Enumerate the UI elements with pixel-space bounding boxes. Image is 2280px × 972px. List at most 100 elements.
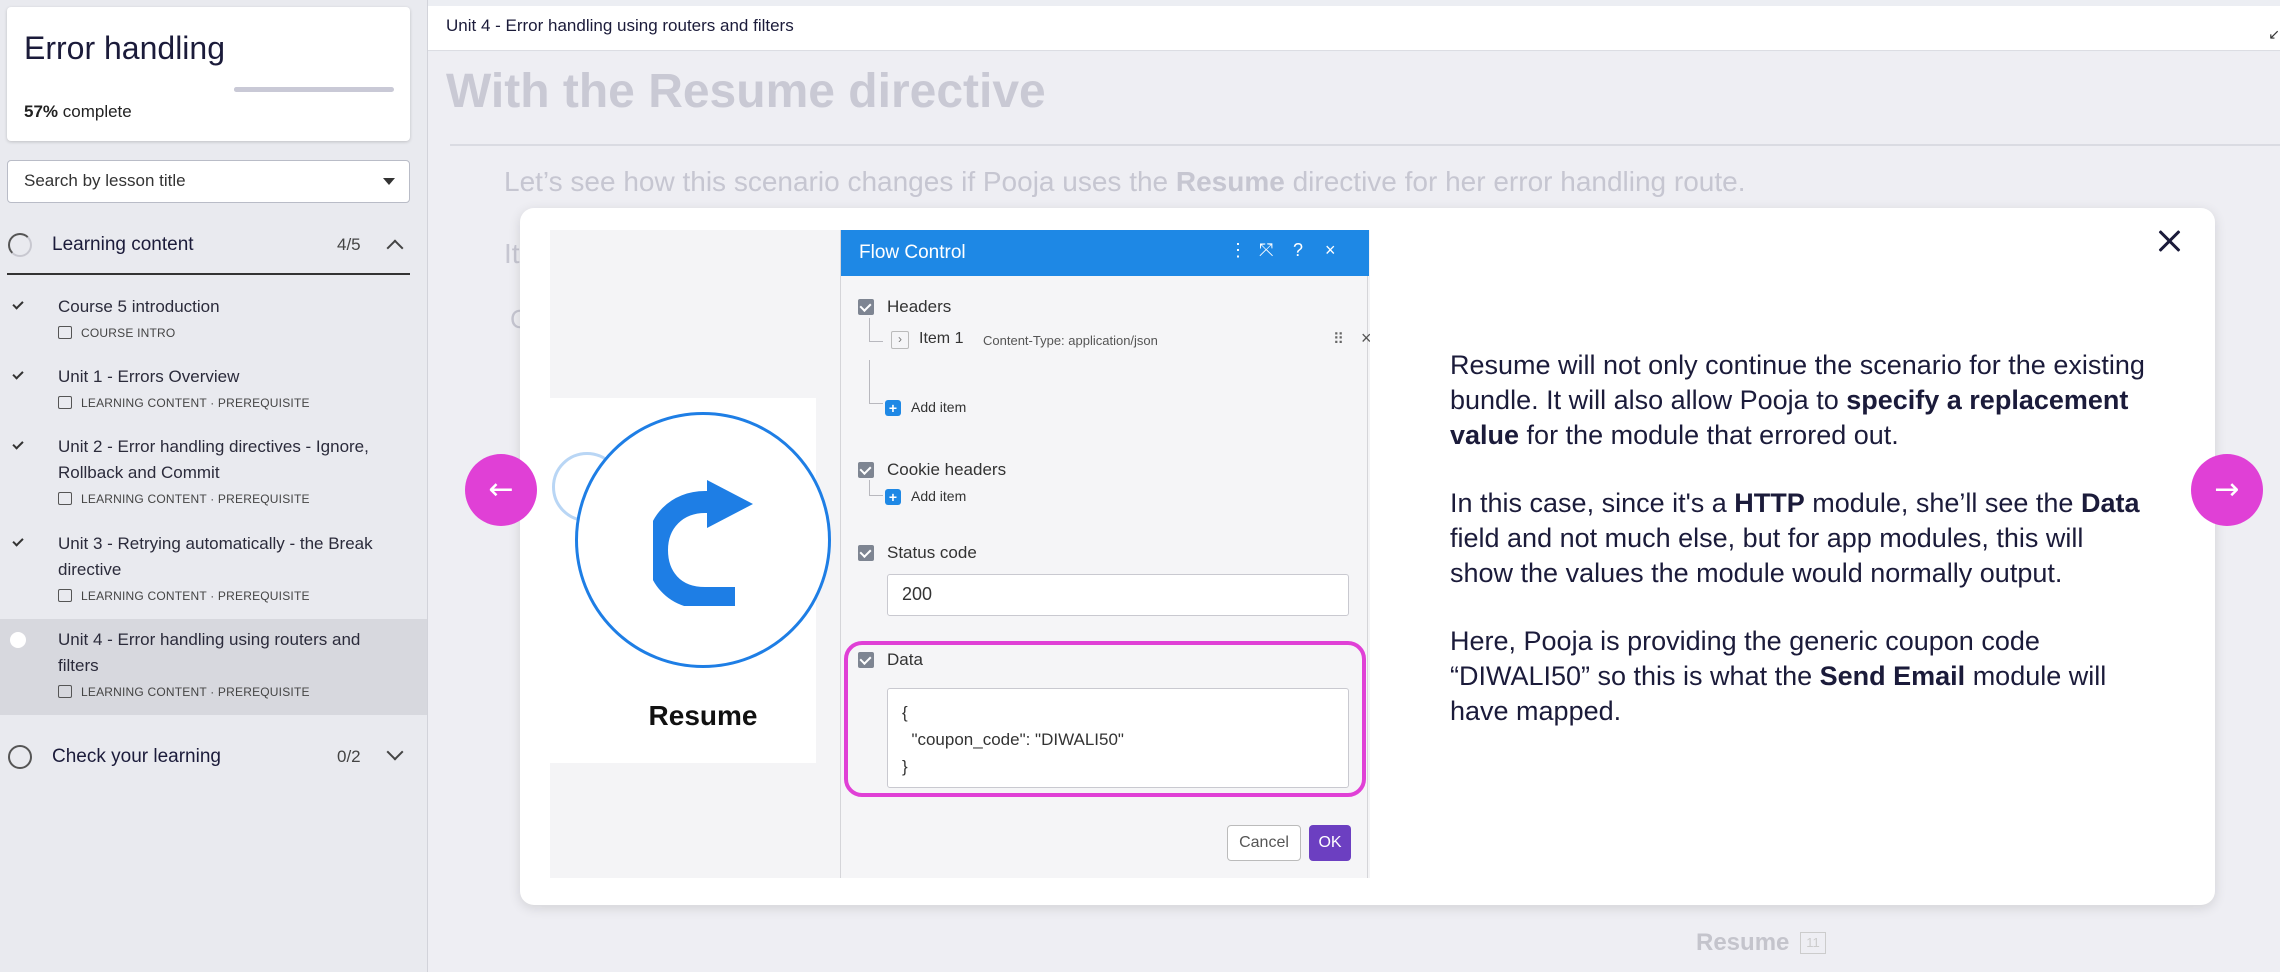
item-name: Item 1 [919, 330, 964, 347]
course-title: Error handling [24, 30, 225, 66]
caret-down-icon [383, 178, 395, 185]
previous-button[interactable]: ← [465, 454, 537, 526]
progress-circle-icon [8, 233, 32, 257]
progress-suffix: complete [58, 102, 132, 121]
text: Let’s see how this scenario changes if P… [504, 166, 1176, 197]
more-vertical-icon: ⋮ [1229, 240, 1247, 260]
lesson-search-select[interactable]: Search by lesson title [7, 160, 410, 203]
checkbox-icon [858, 652, 874, 668]
lesson-meta: LEARNING CONTENT · PREREQUISITE [58, 492, 310, 506]
tree-line [869, 360, 883, 404]
progress-circle-icon [8, 745, 32, 769]
sidebar: Error handling 57% complete Search by le… [0, 0, 427, 972]
lesson-meta: LEARNING CONTENT · PREREQUISITE [58, 685, 310, 699]
lesson-paragraph: Let’s see how this scenario changes if P… [504, 166, 1746, 198]
header-item-row: › Item 1 Content-Type: application/json … [891, 328, 1370, 354]
course-card: Error handling 57% complete [7, 7, 410, 141]
chevron-right-icon: › [891, 331, 909, 349]
data-json-input: { "coupon_code": "DIWALI50" } [887, 688, 1349, 788]
expand-icon: ⤧ [1259, 240, 1274, 260]
flow-control-screenshot: Resume Flow Control ⋮ ⤧ ? × Headers › It… [550, 230, 1370, 878]
close-icon: × [1325, 240, 1336, 260]
modal-description: Resume will not only continue the scenar… [1450, 348, 2150, 762]
arrow-right-icon: → [2214, 472, 2240, 507]
section-learning-content[interactable]: Learning content 4/5 [0, 218, 410, 270]
lesson-search-placeholder: Search by lesson title [24, 171, 186, 190]
section-label: Learning content [52, 234, 194, 255]
flow-control-dialog: Flow Control ⋮ ⤧ ? × Headers › Item 1 Co… [840, 230, 1370, 878]
lesson-meta-text: COURSE INTRO [81, 326, 176, 340]
progress-percent: 57% [24, 102, 59, 121]
flow-control-title: Flow Control [859, 242, 966, 263]
lesson-meta: LEARNING CONTENT · PREREQUISITE [58, 396, 310, 410]
progress-text: 57% complete [24, 102, 132, 122]
lesson-title: Unit 4 - Error handling using routers an… [58, 630, 361, 675]
check-icon [12, 438, 24, 450]
item-description: Content-Type: application/json [983, 333, 1158, 348]
chevron-down-icon[interactable] [386, 743, 404, 761]
lesson-meta-text: LEARNING CONTENT · PREREQUISITE [81, 396, 310, 410]
slides-icon [58, 492, 72, 505]
next-button[interactable]: → [2191, 454, 2263, 526]
tree-line [869, 318, 883, 342]
check-icon [12, 298, 24, 310]
section-count: 4/5 [337, 235, 361, 254]
section-divider [7, 273, 410, 275]
module-id-badge: 11 [1800, 932, 1826, 954]
collapse-icon[interactable]: ↙ [2268, 26, 2280, 43]
headers-label: Headers [887, 297, 952, 316]
topbar: Unit 4 - Error handling using routers an… [428, 6, 2280, 51]
lesson-item-active[interactable]: Unit 4 - Error handling using routers an… [0, 619, 427, 715]
remove-icon: × [1361, 328, 1370, 348]
lesson-meta-text: LEARNING CONTENT · PREREQUISITE [81, 492, 310, 506]
lesson-title: Course 5 introduction [58, 297, 220, 316]
check-icon [12, 535, 24, 547]
paragraph: Resume will not only continue the scenar… [1450, 348, 2150, 453]
status-code-input: 200 [887, 574, 1349, 616]
lesson-meta: COURSE INTRO [58, 326, 175, 340]
status-code-label: Status code [887, 543, 977, 562]
data-label: Data [887, 650, 923, 669]
cookie-headers-label: Cookie headers [887, 460, 1007, 479]
lesson-title: Unit 1 - Errors Overview [58, 367, 240, 386]
paragraph: Here, Pooja is providing the generic cou… [1450, 624, 2150, 729]
drag-handle-icon: ⠿ [1333, 331, 1344, 348]
text: directive for her error handling route. [1284, 166, 1746, 197]
lightbox-modal: Resume Flow Control ⋮ ⤧ ? × Headers › It… [520, 208, 2215, 905]
add-item-label: Add item [911, 399, 967, 415]
resume-label: Resume [648, 700, 758, 731]
arrow-left-icon: ← [488, 472, 514, 507]
lesson-meta-text: LEARNING CONTENT · PREREQUISITE [81, 589, 310, 603]
slides-icon [58, 396, 72, 409]
resume-module-label: Resume [1696, 929, 1790, 956]
check-icon [12, 368, 24, 380]
text: for the module that errored out. [1519, 420, 1899, 450]
text-bold: Send Email [1819, 661, 1966, 691]
text: field and not much else, but for app mod… [1450, 523, 2084, 588]
current-lesson-dot-icon [10, 632, 26, 648]
slides-icon [58, 589, 72, 602]
section-count: 0/2 [337, 747, 361, 766]
page-title: With the Resume directive [446, 65, 1046, 118]
breadcrumb: Unit 4 - Error handling using routers an… [446, 16, 794, 35]
lesson-item[interactable]: Unit 3 - Retrying automatically - the Br… [0, 527, 427, 617]
text-bold: Resume [1175, 166, 1285, 197]
cancel-button: Cancel [1227, 825, 1301, 861]
lesson-item[interactable]: Course 5 introduction COURSE INTRO [0, 290, 427, 352]
status-code-value: 200 [902, 584, 933, 604]
resume-module-icon [575, 412, 831, 668]
section-check-your-learning[interactable]: Check your learning 0/2 [0, 730, 410, 782]
text: In this case, since it's a [1450, 488, 1735, 518]
chevron-up-icon[interactable] [386, 239, 404, 257]
text-bold: Data [2080, 488, 2140, 518]
resume-arrow-icon [653, 480, 753, 606]
close-icon[interactable] [2154, 226, 2184, 256]
tree-line [869, 480, 883, 496]
lesson-meta: LEARNING CONTENT · PREREQUISITE [58, 589, 310, 603]
checkbox-icon [858, 545, 874, 561]
checkbox-icon [858, 299, 874, 315]
slides-icon [58, 685, 72, 698]
lesson-item[interactable]: Unit 1 - Errors Overview LEARNING CONTEN… [0, 360, 427, 422]
text-bold: HTTP [1734, 488, 1805, 518]
lesson-item[interactable]: Unit 2 - Error handling directives - Ign… [0, 430, 427, 520]
